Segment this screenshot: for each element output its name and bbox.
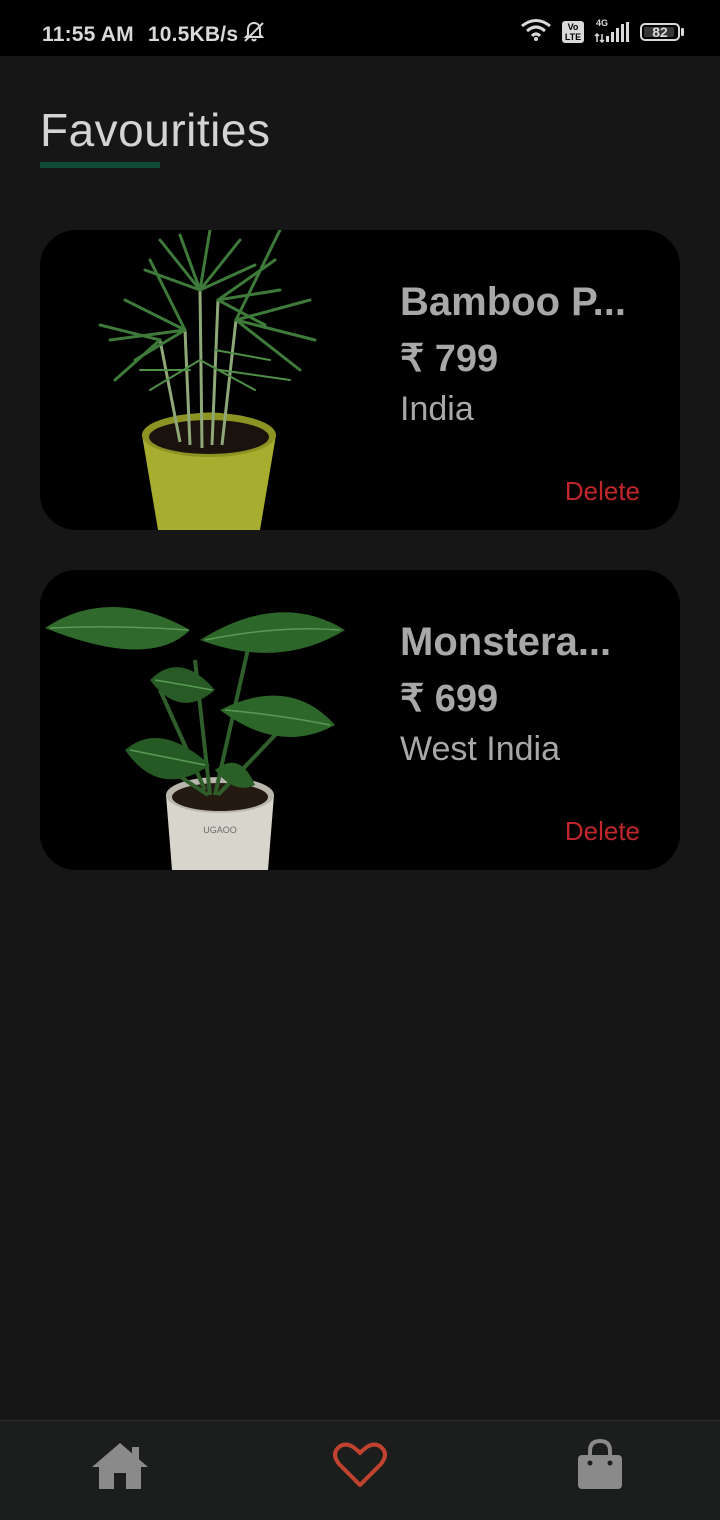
delete-button[interactable]: Delete (565, 476, 640, 507)
shopping-bag-icon (576, 1438, 624, 1496)
home-icon (90, 1439, 150, 1496)
plant-region: India (400, 390, 474, 428)
heart-icon (333, 1441, 387, 1494)
nav-home[interactable] (88, 1435, 152, 1499)
status-time: 11:55 AM (42, 23, 134, 46)
volte-bottom-label: LTE (564, 31, 582, 42)
pot-label: UGAOO (203, 825, 237, 835)
bamboo-plant-image (40, 230, 370, 530)
bottom-navigation (0, 1420, 720, 1520)
favourite-card[interactable]: Bamboo P... ₹ 799 India Delete (40, 230, 680, 530)
favourite-card[interactable]: UGAOO Monstera... ₹ 699 West India Delet… (40, 570, 680, 870)
status-bar: 11:55 AM 10.5KB/s Vo LTE 4G 82 (0, 0, 720, 56)
network-speed: 10.5KB/s (147, 23, 239, 46)
page-title: Favourities (40, 104, 271, 156)
volte-icon: Vo LTE (562, 20, 584, 43)
plant-region: West India (400, 730, 561, 768)
battery-icon: 82 (640, 22, 680, 41)
delete-button[interactable]: Delete (565, 816, 640, 847)
favourites-screen: 11:55 AM 10.5KB/s Vo LTE 4G 82 Favouriti… (0, 0, 720, 1520)
battery-level: 82 (652, 23, 668, 40)
wifi-icon (520, 17, 552, 46)
plant-price: ₹ 699 (400, 678, 499, 720)
cellular-signal-icon: 4G (594, 18, 630, 44)
monstera-plant-image: UGAOO (40, 570, 370, 870)
title-underline (40, 162, 160, 168)
status-right: Vo LTE 4G 82 (520, 17, 684, 46)
plant-name: Monstera... (400, 620, 612, 664)
nav-favourites[interactable] (328, 1435, 392, 1499)
plant-name: Bamboo P... (400, 280, 626, 324)
bell-muted-icon (242, 20, 266, 50)
status-left: 11:55 AM 10.5KB/s (42, 20, 266, 50)
volte-top-label: Vo (567, 21, 579, 32)
plant-price: ₹ 799 (400, 338, 499, 380)
nav-cart[interactable] (568, 1435, 632, 1499)
